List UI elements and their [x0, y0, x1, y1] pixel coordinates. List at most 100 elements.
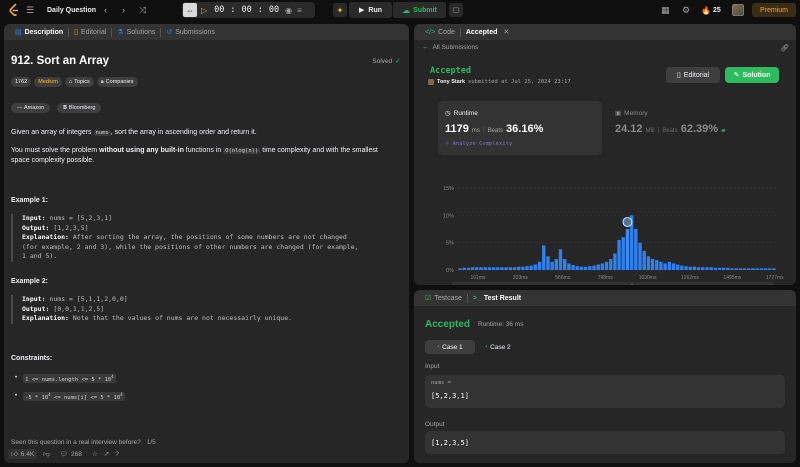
debug-icon[interactable]: ✦ — [333, 3, 347, 17]
logo[interactable] — [8, 0, 20, 20]
settings-sliders-icon[interactable]: ≡ — [297, 6, 302, 15]
help-icon[interactable]: ? — [115, 451, 119, 458]
result-runtime: Runtime: 36 ms — [478, 321, 524, 328]
timer-play-icon[interactable]: ▷ — [201, 6, 207, 15]
dislike-icon[interactable]: 👎︎ — [43, 450, 50, 458]
runtime-card[interactable]: ◷ Runtime 1179 ms | Beats 36.16% ✧ Analy… — [438, 101, 602, 155]
editorial-button[interactable]: ▯ Editorial — [666, 67, 720, 83]
company-tag-bloomberg[interactable]: B Bloomberg — [57, 103, 102, 113]
chip-icon: ▣ — [615, 110, 622, 117]
problem-list-label[interactable]: Daily Question — [47, 0, 96, 20]
constraint-item: • 1 <= nums.length <= 5 * 104 — [15, 374, 116, 383]
tab-code[interactable]: </> Code — [420, 24, 460, 40]
comments-button[interactable]: 💬︎ 268 — [60, 450, 82, 459]
runtime-header: ◷ Runtime — [445, 109, 478, 118]
tab-submissions[interactable]: ↺ Submissions — [161, 24, 220, 40]
close-icon[interactable]: ✕ — [503, 28, 509, 36]
chart-bar — [713, 267, 718, 270]
link-icon[interactable]: 🔗︎ — [780, 44, 789, 52]
problem-description: Given an array of integers nums, sort th… — [11, 128, 401, 165]
chart-bar — [659, 261, 663, 270]
chart-x-tick-label: 1030ms — [639, 275, 657, 281]
submission-user[interactable]: Tony Stark — [437, 79, 465, 85]
run-button[interactable]: ▶ Run — [349, 2, 392, 18]
desc-bold: without using any built-in — [99, 147, 184, 154]
input-label: Input: — [22, 214, 46, 222]
shuffle-icon[interactable]: ⤨ — [139, 0, 146, 20]
memory-label: Memory — [624, 109, 648, 117]
divider: | — [482, 127, 485, 134]
chart-bar — [521, 266, 525, 270]
timer-display: 00 : 00 : 00 — [214, 5, 279, 15]
runtime-distribution-chart: 15% 10% 5% 0% 101ms 333ms 566ms 798ms 1030ms 1262… — [443, 186, 784, 285]
submit-button[interactable]: ☁ Submit — [393, 2, 446, 18]
gear-icon[interactable]: ⚙ — [682, 0, 690, 20]
lock-icon: 🔒︎ — [100, 78, 104, 85]
company-tag-amazon[interactable]: — Amazon — [11, 103, 51, 113]
chart-y-tick-label: 15% — [443, 186, 454, 192]
memory-header: ▣ Memory — [615, 109, 648, 118]
case-1-tab[interactable]: • Case 1 — [425, 340, 475, 354]
streak-counter[interactable]: 🔥 25 — [701, 0, 721, 20]
topics-chip[interactable]: ⌂ Topics — [64, 77, 94, 87]
chart-bar — [726, 267, 730, 270]
case-2-tab[interactable]: • Case 2 — [480, 340, 516, 354]
solution-button[interactable]: ✎ Solution — [725, 67, 779, 83]
editorial-label: Editorial — [683, 71, 710, 79]
share-icon[interactable]: ↗ — [104, 450, 109, 458]
chart-bar — [542, 245, 546, 270]
analyze-complexity-link[interactable]: ✧ Analyze Complexity — [445, 141, 512, 147]
tab-label: Submissions — [175, 28, 215, 36]
chart-bar — [722, 267, 726, 270]
chart-bar — [671, 263, 676, 270]
example-output: [0,0,1,1,2,5] — [53, 304, 105, 313]
memory-card[interactable]: ▣ Memory 24.12 MB | Beats 62.39% ▰ — [608, 101, 768, 155]
tab-test-result[interactable]: >_ Test Result — [468, 290, 526, 306]
premium-label: Premium — [759, 6, 788, 14]
notes-icon[interactable]: ▢ — [449, 3, 463, 17]
eye-icon[interactable]: ◉ — [285, 6, 292, 15]
avatar[interactable] — [732, 0, 744, 20]
timer-toggle-icon[interactable]: ⇔ — [183, 3, 197, 17]
star-icon[interactable]: ☆ — [92, 450, 98, 458]
premium-button[interactable]: Premium — [752, 3, 796, 17]
input-box: nums = [5,2,3,1] — [425, 375, 785, 408]
problem-list-icon[interactable]: ☰ — [26, 0, 34, 20]
timer-hours: 00 — [214, 5, 225, 15]
cloud-upload-icon: ☁ — [402, 5, 411, 15]
next-problem-icon[interactable]: › — [122, 0, 125, 20]
constraint-text: 1 <= nums.length <= 5 * 10 — [25, 376, 112, 383]
chart-bar — [638, 242, 642, 270]
memory-beats: 62.39% — [680, 123, 719, 135]
chart-bar — [525, 266, 529, 270]
tab-solutions[interactable]: ⚗ Solutions — [112, 24, 160, 40]
tab-description[interactable]: ▤ Description — [10, 24, 68, 40]
chart-bar — [755, 268, 759, 270]
submission-timestamp: submitted at Jul 25, 2024 23:17 — [468, 79, 571, 85]
solution-label: Solution — [742, 71, 771, 79]
chart-bar — [537, 261, 542, 270]
divider: | — [657, 127, 660, 134]
tab-testcase[interactable]: ☑ Testcase — [420, 290, 467, 306]
example-explanation: (for example, 2 and 3), while the positi… — [22, 242, 359, 251]
problem-title: 912. Sort an Array — [11, 55, 110, 67]
arrow-left-icon: ← — [422, 44, 429, 51]
chart-bar — [575, 266, 579, 270]
desc-text: functions in — [185, 147, 222, 154]
beats-label: Beats — [662, 128, 678, 134]
constraint-text: <= nums[i] <= 5 * 10 — [50, 394, 121, 401]
example-input: nums = [5,2,3,1] — [49, 214, 113, 222]
tab-accepted[interactable]: Accepted ✕ — [461, 24, 514, 40]
tab-editorial[interactable]: ▯ Editorial — [69, 24, 111, 40]
chart-bar — [680, 265, 684, 270]
all-submissions-link[interactable]: ← All Submissions — [422, 44, 478, 51]
pencil-icon: ✎ — [733, 72, 740, 79]
layout-icon[interactable]: ▦ — [661, 0, 670, 20]
like-button[interactable]: 👍︎ 6.4K — [8, 449, 38, 459]
prev-problem-icon[interactable]: ‹ — [104, 0, 107, 20]
companies-chip[interactable]: 🔒︎ Companies — [96, 77, 138, 87]
difficulty-badge: Medium — [34, 77, 62, 87]
chart-x-tick-label: 798ms — [598, 275, 614, 281]
result-status: Accepted — [425, 319, 471, 330]
topics-label: Topics — [74, 79, 90, 85]
